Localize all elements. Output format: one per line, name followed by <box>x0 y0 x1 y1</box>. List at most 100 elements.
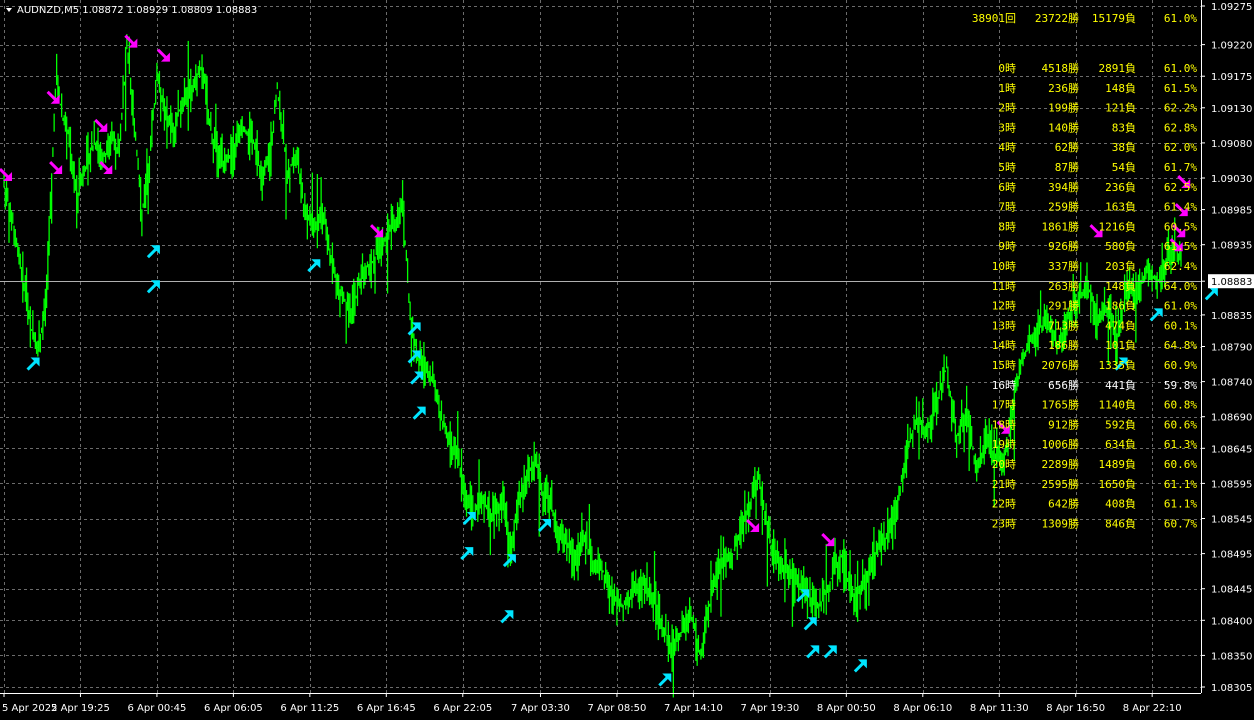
stats-hour-row-cell: 60.8% <box>1164 399 1197 412</box>
stats-hour-row-cell: 263勝 <box>1048 279 1079 293</box>
stats-hour-row-cell: 926勝 <box>1048 239 1079 253</box>
stats-hour-row-cell: 163負 <box>1105 201 1136 214</box>
stats-hour-row-cell: 62.5% <box>1164 181 1197 194</box>
stats-hour-row-cell: 4時 <box>998 141 1016 154</box>
price-tick-label: 1.08350 <box>1211 651 1252 662</box>
time-tick-label: 6 Apr 11:25 <box>280 703 339 714</box>
stats-hour-row-cell: 9時 <box>998 240 1016 253</box>
stats-hour-row-cell: 1309勝 <box>1042 516 1080 530</box>
stats-hour-row-cell: 592負 <box>1105 418 1136 431</box>
stats-hour-row-cell: 62.4% <box>1164 260 1197 273</box>
stats-hour-row-cell: 634負 <box>1105 438 1136 451</box>
stats-hour-row-cell: 62.8% <box>1164 121 1197 134</box>
price-tick-label: 1.09080 <box>1211 139 1252 150</box>
price-tick-label: 1.08595 <box>1211 479 1252 490</box>
time-tick-label: 7 Apr 08:50 <box>588 703 647 714</box>
stats-hour-row-cell: 15時 <box>992 359 1016 372</box>
stats-hour-row-cell: 83負 <box>1112 121 1136 134</box>
stats-hour-row-cell: 60.6% <box>1164 458 1197 471</box>
time-tick-label: 8 Apr 16:50 <box>1046 703 1105 714</box>
stats-hour-row-cell: 61.3% <box>1164 438 1197 451</box>
stats-hour-row-cell: 2時 <box>998 102 1016 115</box>
price-tick-label: 1.08445 <box>1211 585 1252 596</box>
stats-hour-row-cell: 61.1% <box>1164 498 1197 511</box>
stats-hour-row-cell: 38負 <box>1112 141 1136 154</box>
stats-hour-row-cell: 2289勝 <box>1042 457 1080 471</box>
stats-hour-row-cell: 60.6% <box>1164 418 1197 431</box>
price-tick-label: 1.09275 <box>1211 2 1252 13</box>
stats-hour-row-cell: 1006勝 <box>1042 437 1080 451</box>
stats-hour-row-cell: 60.9% <box>1164 359 1197 372</box>
stats-hour-row-cell: 62.0% <box>1164 141 1197 154</box>
stats-hour-row-cell: 6時 <box>998 181 1016 194</box>
stats-hour-row-cell: 13時 <box>992 319 1016 332</box>
current-price-label: 1.08883 <box>1211 277 1252 288</box>
stats-hour-row-cell: 2891負 <box>1099 62 1137 75</box>
stats-hour-row-cell: 87勝 <box>1055 160 1079 174</box>
stats-hour-row-cell: 474負 <box>1105 319 1136 332</box>
symbol-title: AUDNZD,M5 1.08872 1.08929 1.08809 1.0888… <box>17 5 257 16</box>
stats-hour-row-cell: 148負 <box>1105 280 1136 293</box>
time-tick-label: 6 Apr 00:45 <box>128 703 187 714</box>
stats-hour-row-cell: 186勝 <box>1048 338 1079 352</box>
time-tick-label: 7 Apr 14:10 <box>664 703 723 714</box>
stats-hour-row-cell: 54負 <box>1112 161 1136 174</box>
price-tick-label: 1.09175 <box>1211 72 1252 83</box>
stats-hour-row-cell: 259勝 <box>1048 200 1079 214</box>
time-tick-label: 8 Apr 22:10 <box>1123 703 1182 714</box>
price-tick-label: 1.09030 <box>1211 174 1252 185</box>
stats-hour-row-cell: 14時 <box>992 339 1016 352</box>
stats-hour-row-cell: 148負 <box>1105 82 1136 95</box>
time-tick-label: 6 Apr 22:05 <box>433 703 492 714</box>
stats-hour-row-cell: 337勝 <box>1048 259 1079 273</box>
stats-hour-row-cell: 3時 <box>998 121 1016 134</box>
stats-hour-row-cell: 20時 <box>992 458 1016 471</box>
time-tick-label: 8 Apr 06:10 <box>893 703 952 714</box>
stats-hour-row-cell: 1時 <box>998 82 1016 95</box>
stats-hour-row-cell: 2076勝 <box>1042 358 1080 372</box>
stats-hour-row-cell: 236勝 <box>1048 81 1079 95</box>
stats-hour-row-cell: 642勝 <box>1048 497 1079 511</box>
stats-hour-row-cell: 121負 <box>1105 102 1136 115</box>
stats-hour-row-cell: 62勝 <box>1055 140 1079 154</box>
price-tick-label: 1.08645 <box>1211 444 1252 455</box>
stats-hour-row-cell: 199勝 <box>1048 101 1079 115</box>
stats-summary-cell: 23722勝 <box>1035 11 1079 25</box>
stats-hour-row-cell: 0時 <box>998 62 1016 75</box>
stats-hour-row-cell: 61.0% <box>1164 62 1197 75</box>
price-tick-label: 1.08545 <box>1211 515 1252 526</box>
stats-hour-row-cell: 1765勝 <box>1042 398 1080 412</box>
time-tick-label: 6 Apr 06:05 <box>204 703 263 714</box>
stats-hour-row-cell: 64.0% <box>1164 280 1197 293</box>
stats-hour-row-cell: 101負 <box>1105 339 1136 352</box>
stats-hour-row-cell: 11時 <box>992 280 1016 293</box>
stats-hour-row-cell: 10時 <box>992 260 1016 273</box>
stats-hour-row-cell: 1650負 <box>1099 478 1137 491</box>
stats-hour-row-cell: 394勝 <box>1048 180 1079 194</box>
symbol-header[interactable]: AUDNZD,M5 1.08872 1.08929 1.08809 1.0888… <box>6 5 257 16</box>
price-tick-label: 1.08790 <box>1211 343 1252 354</box>
price-tick-label: 1.08305 <box>1211 683 1252 694</box>
stats-hour-row-cell: 1216負 <box>1099 220 1137 233</box>
stats-hour-row-cell: 656勝 <box>1048 378 1079 392</box>
stats-hour-row-cell: 580負 <box>1105 240 1136 253</box>
stats-hour-row-cell: 61.5% <box>1164 240 1197 253</box>
price-tick-label: 1.09220 <box>1211 41 1252 52</box>
stats-hour-row-cell: 441負 <box>1105 379 1136 392</box>
stats-hour-row-cell: 61.5% <box>1164 82 1197 95</box>
chart-canvas[interactable]: 38901回 23722勝 15179負 61.0% 0時 4518勝 2891負 61.0%… <box>0 0 1254 720</box>
stats-summary-cell: 15179負 <box>1092 12 1136 25</box>
stats-hour-row-cell: 203負 <box>1105 260 1136 273</box>
stats-hour-row-cell: 18時 <box>992 418 1016 431</box>
stats-hour-row-cell: 59.8% <box>1164 379 1197 392</box>
stats-hour-row-cell: 62.2% <box>1164 102 1197 115</box>
price-tick-label: 1.08400 <box>1211 616 1252 627</box>
price-tick-label: 1.08690 <box>1211 413 1252 424</box>
stats-hour-row-cell: 60.5% <box>1164 220 1197 233</box>
price-tick-label: 1.09130 <box>1211 104 1252 115</box>
stats-hour-row-cell: 19時 <box>992 438 1016 451</box>
stats-hour-row-cell: 61.4% <box>1164 201 1197 214</box>
stats-hour-row-cell: 60.1% <box>1164 319 1197 332</box>
time-tick-label: 5 Apr 19:25 <box>51 703 110 714</box>
stats-hour-row-cell: 1335負 <box>1099 359 1137 372</box>
